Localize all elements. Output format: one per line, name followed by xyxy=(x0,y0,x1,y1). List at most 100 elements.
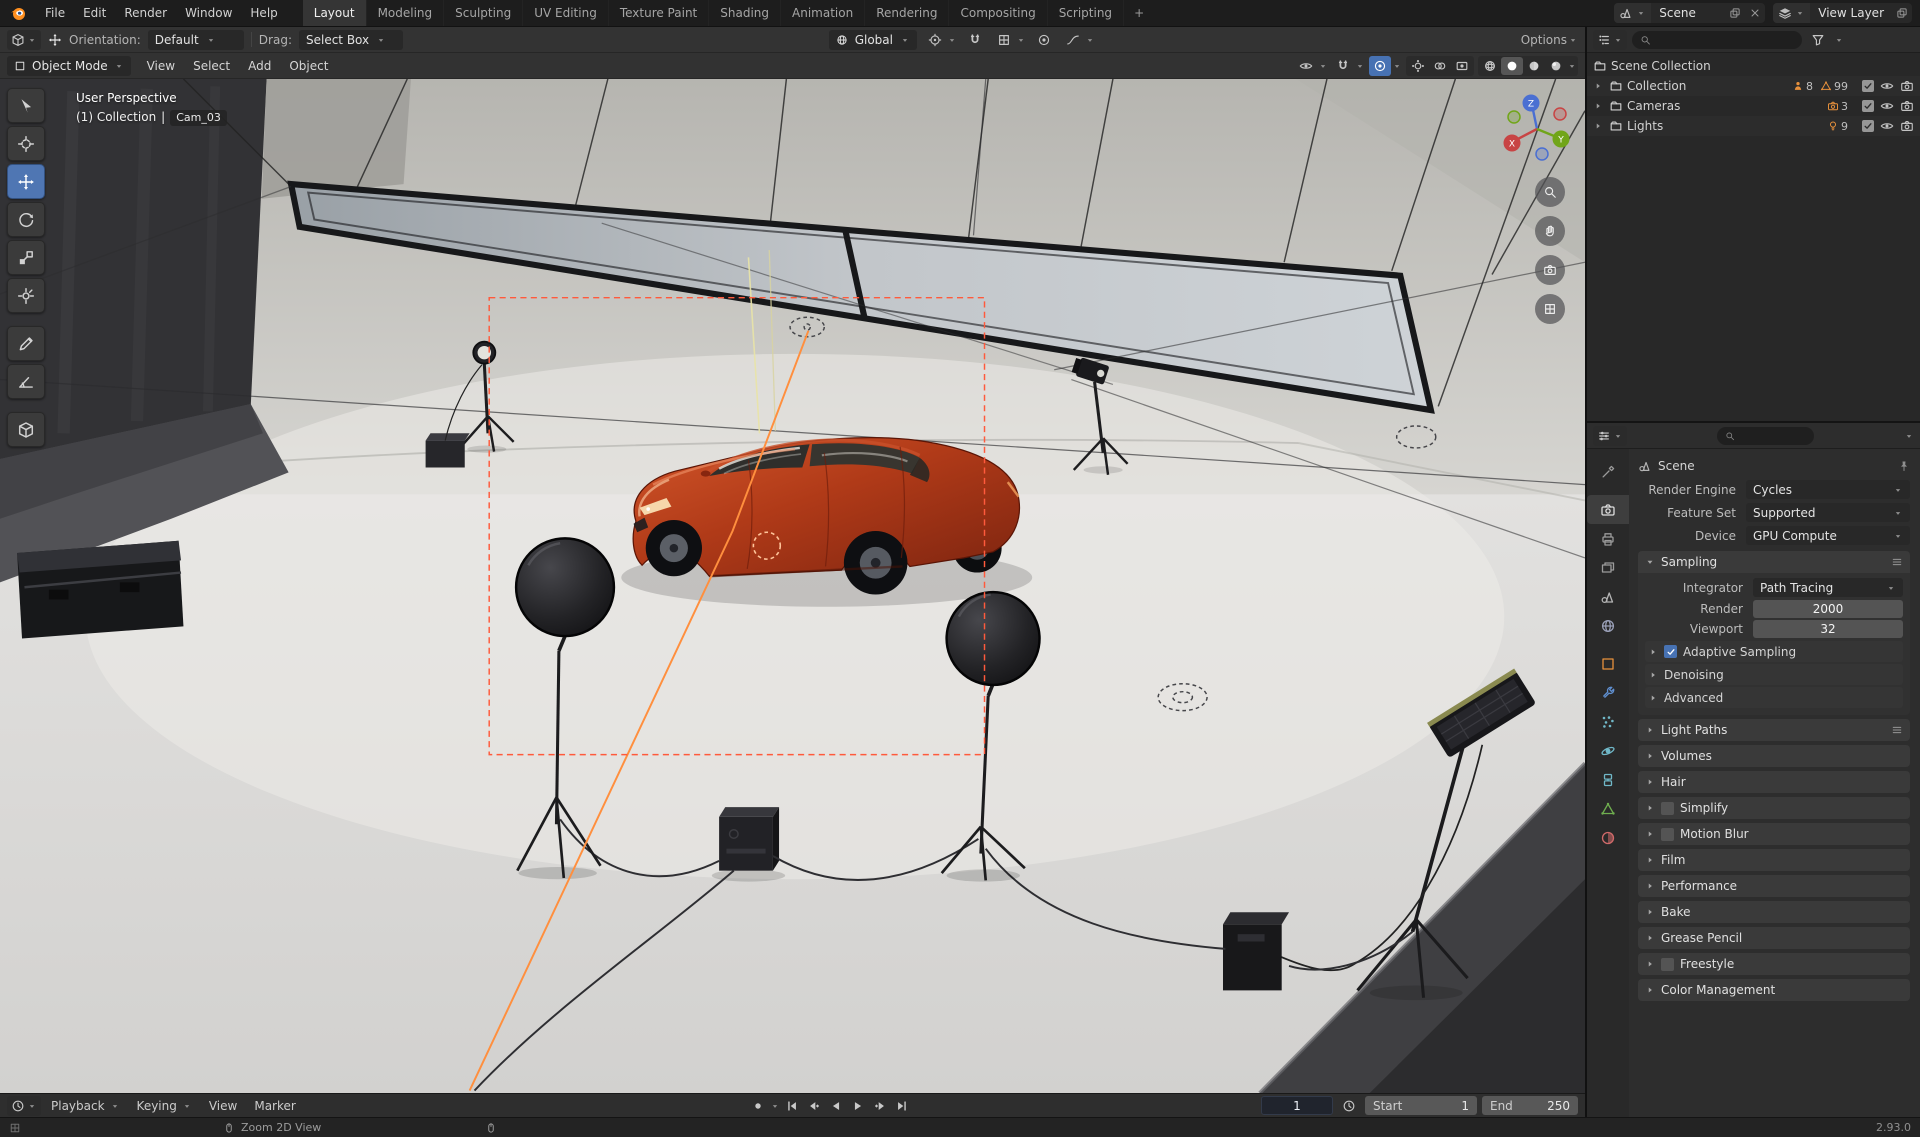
menu-marker[interactable]: Marker xyxy=(247,1099,302,1113)
delete-scene-button[interactable] xyxy=(1745,3,1765,23)
prev-keyframe-button[interactable] xyxy=(804,1097,824,1115)
outliner-editor-type-button[interactable] xyxy=(1593,29,1627,50)
tab-render[interactable] xyxy=(1587,495,1629,524)
add-workspace-button[interactable]: + xyxy=(1124,0,1154,26)
subpanel-adaptive-sampling[interactable]: Adaptive Sampling xyxy=(1645,641,1903,662)
simplify-checkbox[interactable] xyxy=(1661,801,1674,815)
exclude-checkbox[interactable] xyxy=(1862,80,1874,92)
menu-keying[interactable]: Keying xyxy=(130,1099,199,1113)
outliner-search[interactable] xyxy=(1632,30,1802,49)
panel-menu-icon[interactable] xyxy=(1891,724,1903,736)
panel-bake-header[interactable]: Bake xyxy=(1638,901,1910,923)
expand-icon[interactable] xyxy=(1593,81,1605,91)
current-frame-field[interactable]: 1 xyxy=(1260,1096,1333,1115)
pivot-point-dropdown[interactable] xyxy=(924,30,957,50)
shading-dropdown-icon[interactable] xyxy=(1567,61,1577,71)
tab-constraints[interactable] xyxy=(1587,765,1629,794)
adaptive-sampling-checkbox[interactable] xyxy=(1664,645,1677,658)
jump-to-end-button[interactable] xyxy=(892,1097,912,1115)
preview-range-toggle[interactable] xyxy=(1338,1096,1360,1116)
next-keyframe-button[interactable] xyxy=(870,1097,890,1115)
tab-tool[interactable] xyxy=(1587,457,1629,486)
subpanel-denoising[interactable]: Denoising xyxy=(1645,664,1903,685)
shading-solid-button[interactable] xyxy=(1501,56,1523,75)
tab-output[interactable] xyxy=(1587,524,1629,553)
panel-color-management-header[interactable]: Color Management xyxy=(1638,979,1910,1001)
toggle-xray-button[interactable] xyxy=(1451,57,1473,75)
tab-physics[interactable] xyxy=(1587,736,1629,765)
frame-start-field[interactable]: Start 1 xyxy=(1364,1096,1477,1115)
auto-keying-toggle[interactable] xyxy=(748,1097,768,1115)
options-dropdown[interactable]: Options xyxy=(1521,33,1578,47)
tab-view-layer[interactable] xyxy=(1587,553,1629,582)
eye-icon[interactable] xyxy=(1880,99,1894,113)
scene-name-field[interactable]: Scene xyxy=(1651,6,1725,20)
orthographic-toggle[interactable] xyxy=(1535,294,1565,324)
samples-render-field[interactable]: 2000 xyxy=(1753,600,1903,618)
view-layer-browse-button[interactable] xyxy=(1773,3,1811,23)
tool-rotate[interactable] xyxy=(7,202,45,237)
new-view-layer-button[interactable] xyxy=(1892,3,1912,23)
tab-object-data[interactable] xyxy=(1587,794,1629,823)
panel-film-header[interactable]: Film xyxy=(1638,849,1910,871)
outliner-row-cameras[interactable]: Cameras 3 xyxy=(1587,96,1920,116)
tool-annotate[interactable] xyxy=(7,326,45,361)
freestyle-checkbox[interactable] xyxy=(1661,957,1674,971)
tool-measure[interactable] xyxy=(7,364,45,399)
menu-render[interactable]: Render xyxy=(115,0,176,26)
tab-object[interactable] xyxy=(1587,649,1629,678)
menu-add[interactable]: Add xyxy=(240,56,279,76)
menu-window[interactable]: Window xyxy=(176,0,241,26)
mode-dropdown[interactable]: Object Mode xyxy=(7,55,131,76)
eye-icon[interactable] xyxy=(1880,119,1894,133)
menu-help[interactable]: Help xyxy=(241,0,286,26)
proportional-falloff-dropdown[interactable] xyxy=(1062,30,1095,50)
new-scene-button[interactable] xyxy=(1725,3,1745,23)
workspace-tab-texture-paint[interactable]: Texture Paint xyxy=(609,0,710,26)
panel-grease-pencil-header[interactable]: Grease Pencil xyxy=(1638,927,1910,949)
tool-select-box[interactable] xyxy=(7,88,45,123)
menu-view[interactable]: View xyxy=(139,56,183,76)
properties-search[interactable] xyxy=(1717,426,1814,445)
equipment-case[interactable] xyxy=(17,540,184,639)
exclude-checkbox[interactable] xyxy=(1862,100,1874,112)
menu-playback[interactable]: Playback xyxy=(44,1099,127,1113)
proportional-editing-dropdown[interactable] xyxy=(1369,55,1402,76)
3d-viewport[interactable]: User Perspective (1) Collection | Cam_03 xyxy=(0,79,1585,1093)
integrator-dropdown[interactable]: Path Tracing xyxy=(1753,578,1903,597)
panel-performance-header[interactable]: Performance xyxy=(1638,875,1910,897)
properties-search-input[interactable] xyxy=(1740,428,1806,443)
shading-material-button[interactable] xyxy=(1523,57,1545,75)
play-button[interactable] xyxy=(848,1097,868,1115)
outliner-row-scene-collection[interactable]: Scene Collection xyxy=(1587,56,1920,76)
panel-volumes-header[interactable]: Volumes xyxy=(1638,745,1910,767)
menu-object[interactable]: Object xyxy=(281,56,336,76)
motion-blur-checkbox[interactable] xyxy=(1661,827,1674,841)
expand-icon[interactable] xyxy=(1593,121,1605,131)
properties-editor-type-button[interactable] xyxy=(1593,425,1627,446)
tab-world[interactable] xyxy=(1587,611,1629,640)
tool-scale[interactable] xyxy=(7,240,45,275)
samples-viewport-field[interactable]: 32 xyxy=(1753,620,1903,638)
zoom-button[interactable] xyxy=(1535,177,1565,207)
blender-menu-button[interactable] xyxy=(0,0,36,26)
tool-transform[interactable] xyxy=(7,278,45,313)
snap-toggle[interactable] xyxy=(964,30,986,50)
menu-timeline-view[interactable]: View xyxy=(202,1099,244,1113)
workspace-tab-modeling[interactable]: Modeling xyxy=(367,0,445,26)
generator-box-right[interactable] xyxy=(1222,912,1290,991)
render-engine-dropdown[interactable]: Cycles xyxy=(1746,480,1910,499)
panel-freestyle-header[interactable]: Freestyle xyxy=(1638,953,1910,975)
snapping-dropdown[interactable] xyxy=(1332,56,1365,76)
camera-view-button[interactable] xyxy=(1535,255,1565,285)
timeline-editor-type-button[interactable] xyxy=(7,1095,41,1116)
workspace-tab-scripting[interactable]: Scripting xyxy=(1048,0,1125,26)
workspace-tab-sculpting[interactable]: Sculpting xyxy=(444,0,524,26)
workspace-tab-shading[interactable]: Shading xyxy=(709,0,781,26)
object-visibility-dropdown[interactable] xyxy=(1295,56,1328,76)
tab-modifiers[interactable] xyxy=(1587,678,1629,707)
exclude-checkbox[interactable] xyxy=(1862,120,1874,132)
shading-wireframe-button[interactable] xyxy=(1479,57,1501,75)
menu-file[interactable]: File xyxy=(36,0,74,26)
editor-corner-icon[interactable] xyxy=(9,1122,21,1134)
